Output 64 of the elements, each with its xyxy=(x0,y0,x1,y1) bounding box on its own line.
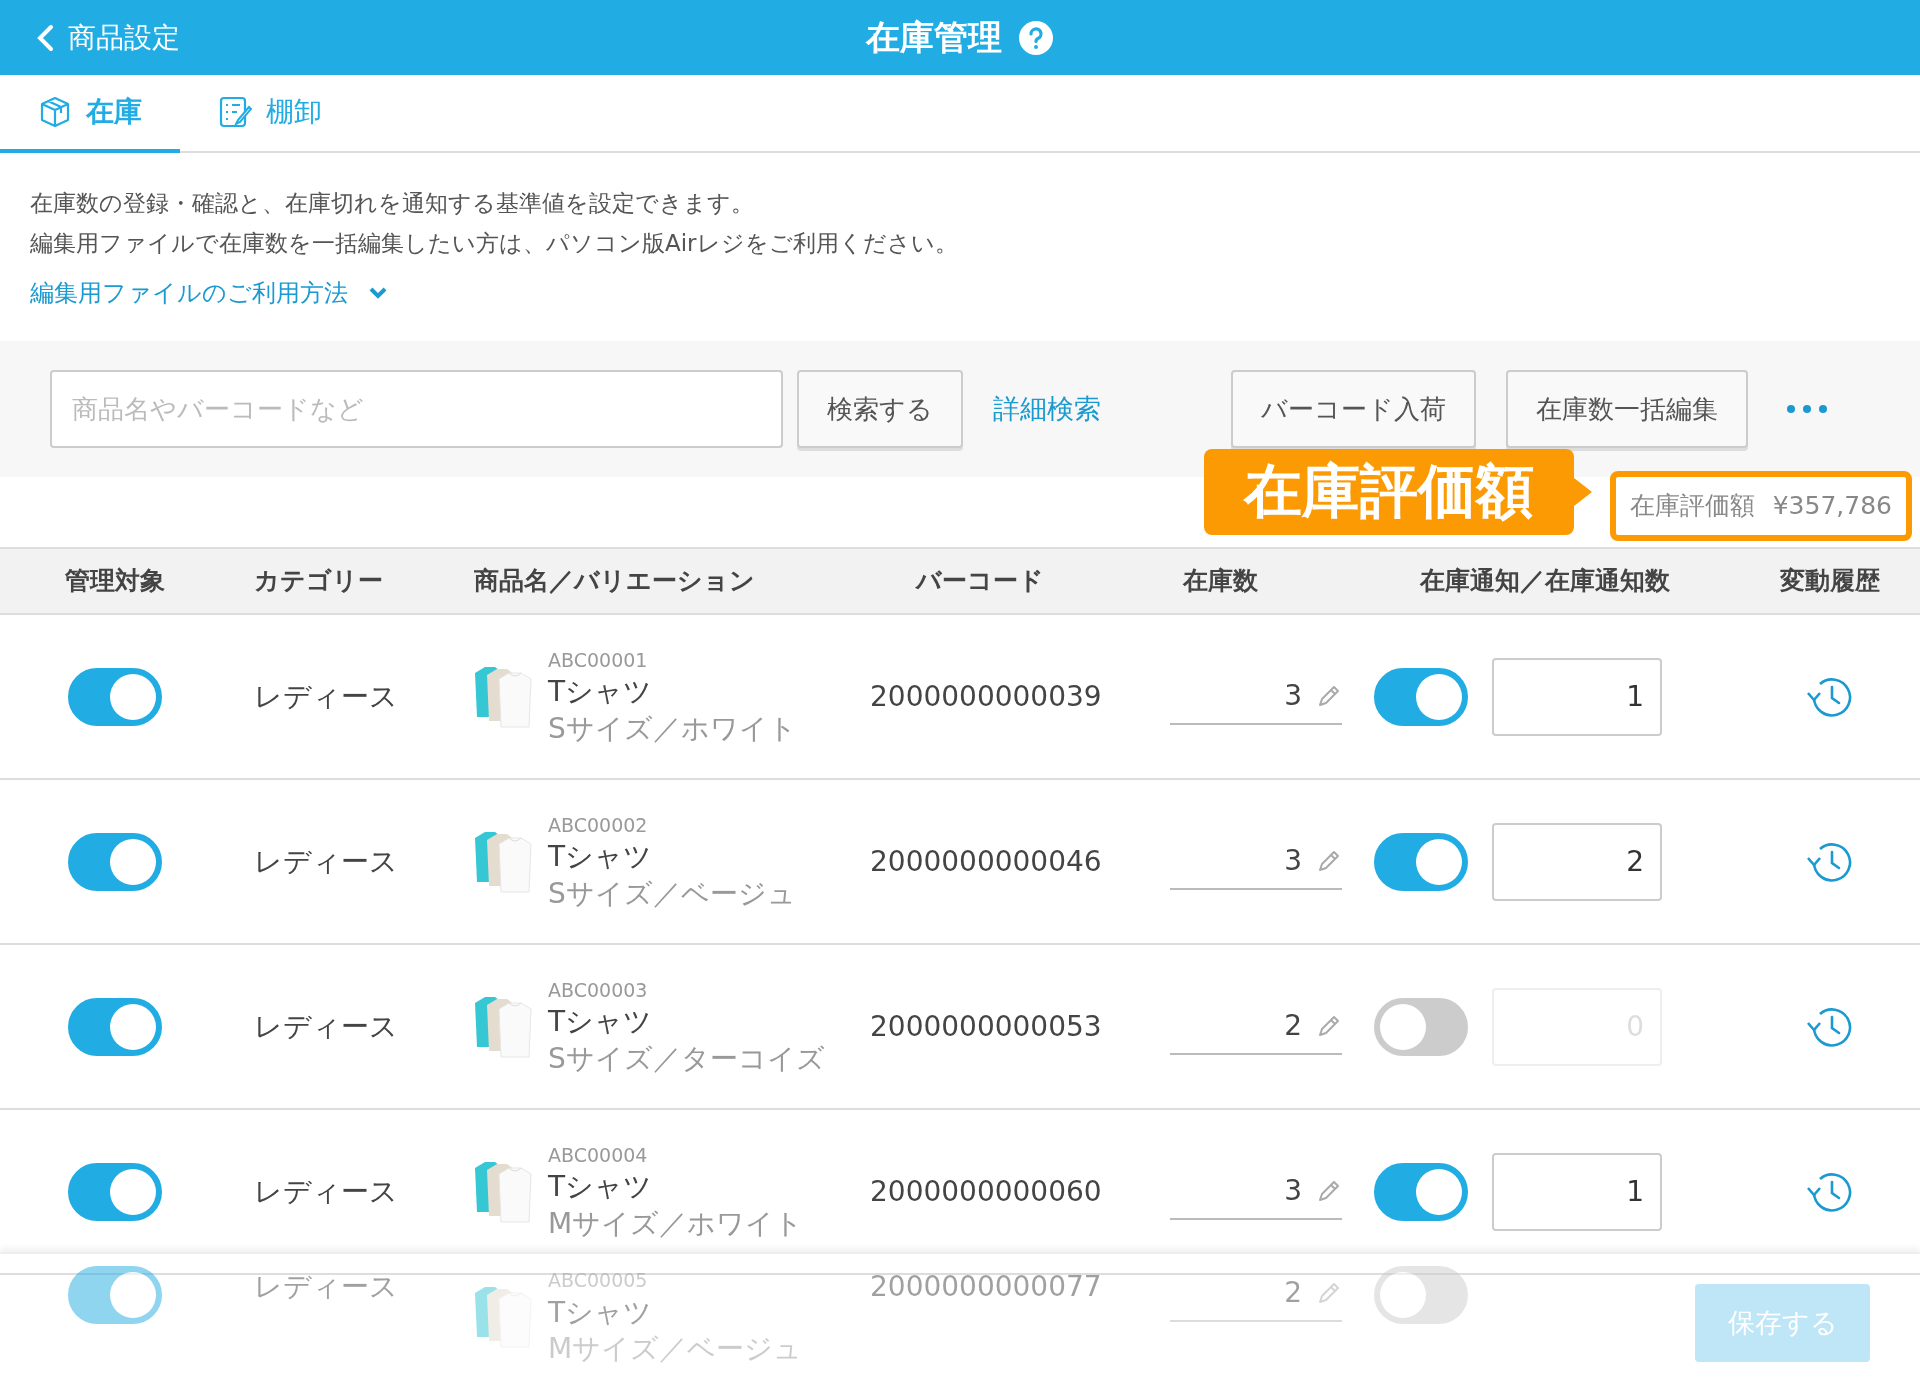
product-name: Tシャツ xyxy=(548,839,654,876)
more-icon[interactable] xyxy=(1786,404,1828,414)
stock-field[interactable]: 3 xyxy=(1170,1163,1342,1220)
column-header: 在庫数 xyxy=(1181,565,1259,598)
product-code: ABC00003 xyxy=(548,977,649,1003)
stock-field[interactable]: 2 xyxy=(1170,998,1342,1055)
category-text: レディース xyxy=(254,1009,398,1043)
barcode-text: 2000000000077 xyxy=(870,1270,1102,1303)
description-text: 編集用ファイルで在庫数を一括編集したい方は、パソコン版Airレジをご利用ください。 xyxy=(30,229,959,258)
valuation-amount: ¥357,786 xyxy=(1772,490,1892,523)
help-icon[interactable] xyxy=(1018,19,1054,56)
search-button[interactable]: 検索する xyxy=(797,370,963,448)
toggle-switch[interactable] xyxy=(1374,667,1468,726)
column-header: バーコード xyxy=(914,565,1045,598)
variation-text: Sサイズ／ホワイト xyxy=(548,710,797,747)
product-name: Tシャツ xyxy=(548,674,654,711)
barcode-text: 2000000000046 xyxy=(870,844,1102,878)
product-code: ABC00004 xyxy=(548,1142,649,1168)
chevron-left-icon xyxy=(36,23,54,52)
variation-text: Sサイズ／ベージュ xyxy=(548,875,796,912)
valuation-label: 在庫評価額 xyxy=(1629,490,1755,523)
checklist-icon xyxy=(218,95,252,129)
column-header: 変動履歴 xyxy=(1779,565,1881,598)
toggle-switch[interactable] xyxy=(1374,997,1468,1056)
count-field[interactable]: 2 xyxy=(1492,822,1662,901)
product-code: ABC00001 xyxy=(548,647,649,673)
pencil-icon xyxy=(1316,1280,1342,1306)
toggle-switch[interactable] xyxy=(68,832,162,891)
product-name: Tシャツ xyxy=(548,1004,654,1041)
action-button[interactable]: 在庫数一括編集 xyxy=(1506,370,1748,448)
callout-pointer-icon xyxy=(1573,478,1592,506)
column-header: 在庫通知／在庫通知数 xyxy=(1418,565,1671,598)
column-header: カテゴリー xyxy=(253,565,384,598)
barcode-text: 2000000000060 xyxy=(870,1174,1102,1208)
category-text: レディース xyxy=(254,844,398,878)
product-code: ABC00002 xyxy=(548,812,649,838)
count-field[interactable]: 1 xyxy=(1492,657,1662,736)
column-header: 商品名／バリエーション xyxy=(473,565,756,598)
toggle-switch[interactable] xyxy=(68,1162,162,1221)
variation-text: Sサイズ／ターコイズ xyxy=(548,1040,825,1077)
toggle-switch[interactable] xyxy=(68,997,162,1056)
toggle-switch[interactable] xyxy=(68,1266,162,1324)
count-field[interactable]: 1 xyxy=(1492,1152,1662,1231)
callout: 在庫評価額 xyxy=(1203,449,1574,535)
category-text: レディース xyxy=(254,679,398,713)
product-name: Tシャツ xyxy=(548,1169,654,1206)
toggle-switch[interactable] xyxy=(1374,832,1468,891)
chevron-down-icon xyxy=(368,286,388,300)
product-name: Tシャツ xyxy=(548,1294,654,1331)
search-field[interactable]: 商品名やバーコードなど xyxy=(50,370,783,448)
stock-field[interactable]: 3 xyxy=(1170,668,1342,725)
description-text: 在庫数の登録・確認と、在庫切れを通知する基準値を設定できます。 xyxy=(30,189,755,218)
variation-text: Mサイズ／ホワイト xyxy=(548,1205,804,1242)
barcode-text: 2000000000053 xyxy=(870,1009,1102,1043)
action-button[interactable]: バーコード入荷 xyxy=(1231,370,1476,448)
column-header: 管理対象 xyxy=(64,565,166,598)
category-text: レディース xyxy=(254,1270,398,1303)
category-text: レディース xyxy=(254,1174,398,1208)
box-icon xyxy=(38,95,72,129)
barcode-text: 2000000000039 xyxy=(870,679,1102,713)
stock-field[interactable]: 3 xyxy=(1170,833,1342,890)
toggle-switch[interactable] xyxy=(1374,1162,1468,1221)
page-title: 在庫管理 xyxy=(866,16,1002,59)
toggle-switch[interactable] xyxy=(68,667,162,726)
